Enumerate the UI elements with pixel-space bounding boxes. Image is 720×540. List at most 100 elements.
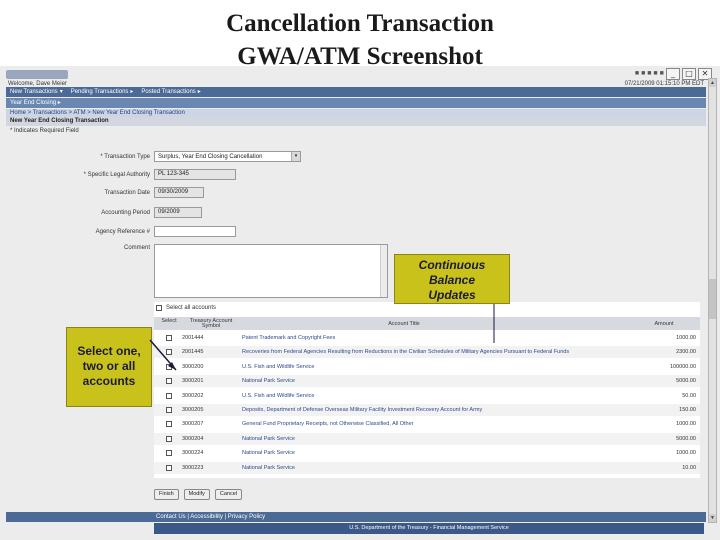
account-title[interactable]: Recoveries from Federal Agencies Resulti…	[242, 349, 572, 355]
finish-button[interactable]: Finish	[154, 489, 179, 500]
row-checkbox[interactable]	[166, 349, 172, 356]
account-amount: 1000.00	[676, 450, 696, 457]
table-row[interactable]: 3000205 Deposits, Department of Defense O…	[154, 404, 700, 416]
callout-line: Balance	[428, 273, 476, 287]
comment-label: Comment	[123, 245, 150, 251]
scroll-down-icon[interactable]: ▼	[709, 514, 716, 522]
account-title[interactable]: National Park Service	[242, 450, 572, 456]
table-header: Select Treasury Account Symbol Account T…	[154, 317, 700, 330]
table-row[interactable]: 3000224 National Park Service 1000.00	[154, 447, 700, 459]
table-row[interactable]: 3000207 General Fund Proprietary Receipts…	[154, 418, 700, 430]
sub-nav: Year End Closing ▸	[6, 98, 706, 108]
row-checkbox[interactable]	[166, 407, 172, 413]
account-amount: 10.00	[682, 464, 696, 471]
account-title[interactable]: Deposits, Department of Defense Overseas…	[242, 407, 572, 413]
table-row[interactable]: 3000201 National Park Service 5000.00	[154, 375, 700, 388]
table-row[interactable]: 3000223 National Park Service 10.00	[154, 461, 700, 474]
footer-links[interactable]: Contact Us | Accessibility | Privacy Pol…	[6, 512, 706, 522]
account-amount: 1000.00	[676, 335, 696, 341]
row-checkbox[interactable]	[166, 363, 172, 370]
account-title[interactable]: U.S. Fish and Wildlife Service	[242, 364, 572, 370]
col-select: Select	[161, 318, 177, 324]
agency-reference-field[interactable]	[154, 226, 236, 237]
col-symbol: Treasury Account Symbol	[189, 318, 233, 329]
select-all-checkbox[interactable]	[156, 305, 162, 311]
accounting-period-field[interactable]: 09/2009	[154, 207, 202, 218]
breadcrumb-bar: Home > Transactions > ATM > New Year End…	[6, 109, 706, 117]
row-checkbox[interactable]	[166, 450, 172, 457]
account-symbol: 3000201	[182, 378, 204, 385]
row-checkbox[interactable]	[166, 378, 172, 385]
callout-line: two or all	[82, 359, 136, 373]
account-title[interactable]: Patent Trademark and Copyright Fees	[242, 335, 572, 341]
row-checkbox[interactable]	[166, 464, 172, 471]
account-title[interactable]: National Park Service	[242, 378, 572, 384]
table-row[interactable]: 2001445 Recoveries from Federal Agencies …	[154, 346, 700, 359]
chevron-down-icon[interactable]: ▾	[291, 152, 300, 161]
callout-continuous-balance: Continuous Balance Updates	[394, 254, 510, 304]
account-symbol: 3000204	[182, 435, 204, 442]
account-symbol: 2001444	[182, 335, 204, 341]
footer-dept: U.S. Department of the Treasury - Financ…	[154, 523, 704, 534]
table-row[interactable]: 3000204 National Park Service 5000.00	[154, 432, 700, 445]
nav-new-transactions[interactable]: New Transactions ▾	[6, 87, 67, 97]
breadcrumb[interactable]: Home > Transactions > ATM > New Year End…	[6, 109, 706, 117]
nav-posted-transactions[interactable]: Posted Transactions ▸	[137, 87, 204, 97]
account-symbol: 3000224	[182, 450, 204, 457]
account-symbol: 3000202	[182, 392, 204, 399]
maximize-button[interactable]: □	[682, 68, 696, 80]
table-row[interactable]: 3000200 U.S. Fish and Wildlife Service 100…	[154, 361, 700, 373]
account-symbol: 3000205	[182, 407, 204, 413]
callout-line: Select one,	[77, 344, 141, 358]
account-title[interactable]: National Park Service	[242, 465, 572, 471]
action-buttons: Finish Modify Cancel	[154, 489, 242, 500]
page-scrollbar[interactable]: ▲ ▼	[708, 78, 717, 523]
cancel-button[interactable]: Cancel	[214, 489, 242, 500]
nav-pending-transactions[interactable]: Pending Transactions ▸	[67, 87, 138, 97]
select-all-label: Select all accounts	[166, 305, 217, 311]
specific-legal-authority-field[interactable]: PL 123-345	[154, 169, 236, 180]
account-symbol: 3000207	[182, 421, 204, 428]
row-checkbox[interactable]	[166, 421, 172, 428]
row-checkbox[interactable]	[166, 335, 172, 341]
agency-reference-label: Agency Reference #	[95, 229, 150, 235]
account-amount: 2300.00	[676, 349, 696, 356]
select-all-row[interactable]: Select all accounts	[156, 305, 216, 311]
account-title[interactable]: National Park Service	[242, 436, 572, 442]
account-symbol: 3000223	[182, 464, 204, 471]
chevron-right-icon: ▸	[130, 89, 134, 95]
transaction-date-field[interactable]: 09/30/2009	[154, 187, 204, 198]
section-title: New Year End Closing Transaction	[6, 117, 706, 126]
scroll-thumb[interactable]	[709, 279, 716, 319]
transaction-type-label: Transaction Type	[10, 154, 150, 160]
table-row[interactable]: 3000202 U.S. Fish and Wildlife Service 50.…	[154, 390, 700, 402]
row-checkbox[interactable]	[166, 435, 172, 442]
comment-scrollbar[interactable]	[380, 245, 387, 297]
account-amount: 5000.00	[676, 435, 696, 442]
scroll-up-icon[interactable]: ▲	[709, 79, 716, 87]
chevron-right-icon: ▸	[197, 89, 201, 95]
table-row[interactable]: 2001444 Patent Trademark and Copyright Fe…	[154, 332, 700, 344]
main-nav: New Transactions ▾ Pending Transactions ▸ …	[6, 87, 706, 97]
account-title[interactable]: U.S. Fish and Wildlife Service	[242, 393, 572, 399]
account-amount: 1000.00	[676, 421, 696, 428]
callout-line: Updates	[428, 288, 476, 302]
subnav-year-end-closing[interactable]: Year End Closing ▸	[6, 98, 706, 108]
minimize-button[interactable]: _	[666, 68, 680, 80]
account-amount: 150.00	[679, 407, 696, 413]
comment-textarea[interactable]	[154, 244, 388, 298]
row-checkbox[interactable]	[166, 392, 172, 399]
window-controls: _ □ ✕	[666, 68, 712, 80]
transaction-type-select[interactable]: Surplus, Year End Closing Cancellation ▾	[154, 151, 301, 162]
nav-label: Pending Transactions	[70, 89, 129, 95]
nav-label: New Transactions	[10, 89, 58, 95]
account-symbol: 2001445	[182, 349, 204, 356]
modify-button[interactable]: Modify	[183, 489, 210, 500]
transaction-date-label: Transaction Date	[104, 190, 150, 196]
callout-line: Continuous	[418, 258, 486, 272]
col-amount: Amount	[654, 321, 674, 327]
account-title[interactable]: General Fund Proprietary Receipts, not O…	[242, 421, 572, 427]
nav-label: Posted Transactions	[141, 89, 196, 95]
app-logo	[6, 70, 68, 79]
callout-line: accounts	[82, 374, 136, 388]
